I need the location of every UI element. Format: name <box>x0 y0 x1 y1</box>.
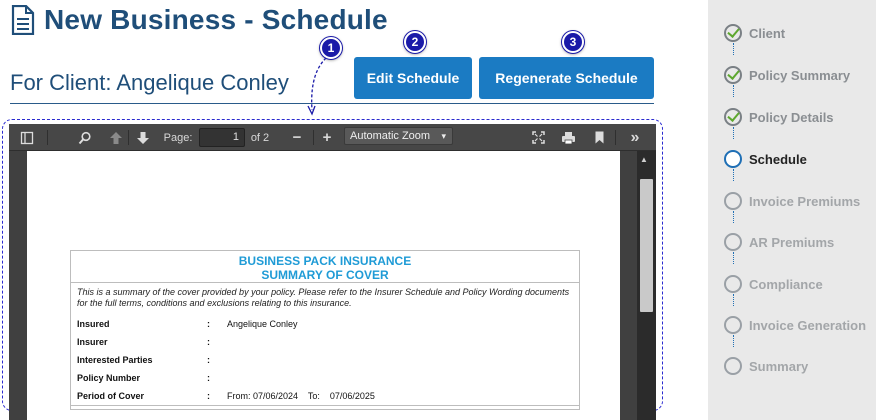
check-circle-icon <box>724 24 742 42</box>
empty-circle-icon <box>724 357 742 375</box>
cover-description: This is a summary of the cover provided … <box>77 287 570 308</box>
step-label: Policy Details <box>749 109 834 125</box>
presentation-mode-icon[interactable] <box>529 124 547 151</box>
cover-divider <box>71 405 579 406</box>
cover-row-label: Insured <box>77 319 110 329</box>
toolbar-separator <box>313 130 314 145</box>
step-connector <box>733 335 734 347</box>
step-label: Schedule <box>749 151 807 167</box>
cover-divider <box>71 282 579 283</box>
previous-page-icon[interactable] <box>106 124 126 151</box>
zoom-select-value: Automatic Zoom <box>350 130 431 142</box>
current-step-circle-icon <box>724 150 742 168</box>
step-label: AR Premiums <box>749 234 835 250</box>
page-total: of 2 <box>250 131 270 144</box>
annotation-badge-2: 2 <box>404 31 426 53</box>
regenerate-schedule-button[interactable]: Regenerate Schedule <box>479 57 654 99</box>
page-number-input[interactable]: 1 <box>199 128 245 147</box>
pdf-page: BUSINESS PACK INSURANCE SUMMARY OF COVER… <box>27 151 620 420</box>
page-title: New Business - Schedule <box>10 2 388 38</box>
edit-schedule-button[interactable]: Edit Schedule <box>354 57 472 99</box>
step-label: Invoice Premiums <box>749 193 861 209</box>
page-label: Page: <box>163 131 193 144</box>
cover-heading-line-1: BUSINESS PACK INSURANCE <box>238 254 412 268</box>
client-name: For Client: Angelique Conley <box>10 70 289 95</box>
step-connector <box>733 85 734 97</box>
step-invoice-generation[interactable]: Invoice Generation <box>724 315 866 335</box>
cover-row-colon: : <box>207 319 210 329</box>
cover-row-label: Interested Parties <box>77 355 153 365</box>
cover-row-label: Policy Number <box>77 373 141 383</box>
step-label: Policy Summary <box>749 67 851 83</box>
annotation-arrow <box>307 57 327 116</box>
cover-row-colon: : <box>207 391 210 401</box>
check-circle-icon <box>724 108 742 126</box>
scroll-up-icon[interactable]: ▲ <box>640 155 648 164</box>
empty-circle-icon <box>724 192 742 210</box>
tools-icon[interactable]: » <box>623 124 647 151</box>
step-label: Summary <box>749 358 809 374</box>
document-icon <box>11 5 35 35</box>
step-connector <box>733 43 734 55</box>
empty-circle-icon <box>724 275 742 293</box>
step-policy-details[interactable]: Policy Details <box>724 107 834 127</box>
print-icon[interactable] <box>558 124 578 151</box>
zoom-out-icon[interactable]: − <box>289 124 305 151</box>
sidebar-toggle-icon[interactable] <box>17 124 37 151</box>
scrollbar-thumb[interactable] <box>640 179 653 312</box>
page: New Business - Schedule For Client: Ange… <box>0 0 876 420</box>
workflow-steps-sidebar: Client Policy Summary Policy Details Sch… <box>708 0 876 420</box>
chevron-updown-icon: ▾ <box>441 131 446 141</box>
step-connector <box>733 294 734 306</box>
step-ar-premiums[interactable]: AR Premiums <box>724 232 834 252</box>
step-connector <box>733 211 734 223</box>
step-client[interactable]: Client <box>724 23 785 43</box>
step-compliance[interactable]: Compliance <box>724 274 823 294</box>
step-label: Invoice Generation <box>749 317 867 333</box>
pdf-toolbar: Page: 1 of 2 − + Automatic Zoom ▾ » <box>9 124 656 151</box>
zoom-in-icon[interactable]: + <box>319 124 335 151</box>
cover-heading-line-2: SUMMARY OF COVER <box>261 268 389 282</box>
step-connector <box>733 169 734 181</box>
step-label: Compliance <box>749 276 823 292</box>
toolbar-separator <box>128 130 129 145</box>
step-connector <box>733 127 734 139</box>
cover-heading: BUSINESS PACK INSURANCE SUMMARY OF COVER <box>71 254 579 282</box>
empty-circle-icon <box>724 233 742 251</box>
cover-row-colon: : <box>207 373 210 383</box>
step-connector <box>733 252 734 264</box>
step-policy-summary[interactable]: Policy Summary <box>724 65 850 85</box>
toolbar-separator <box>615 130 616 145</box>
search-icon[interactable] <box>75 124 95 151</box>
next-page-icon[interactable] <box>133 124 153 151</box>
step-invoice-premiums[interactable]: Invoice Premiums <box>724 191 860 211</box>
step-summary[interactable]: Summary <box>724 356 808 376</box>
cover-row-label: Insurer <box>77 337 108 347</box>
toolbar-separator <box>47 130 48 145</box>
pdf-viewer[interactable]: Page: 1 of 2 − + Automatic Zoom ▾ » BUSI… <box>9 124 656 420</box>
page-title-text: New Business - Schedule <box>44 4 388 35</box>
cover-row-colon: : <box>207 355 210 365</box>
zoom-select[interactable]: Automatic Zoom ▾ <box>344 127 453 145</box>
header-divider <box>10 103 654 104</box>
cover-row-value: From: 07/06/2024 To: 07/06/2025 <box>227 391 375 401</box>
cover-row-label: Period of Cover <box>77 391 145 401</box>
annotation-badge-3: 3 <box>562 31 584 53</box>
cover-row-value: Angelique Conley <box>227 319 298 329</box>
summary-of-cover-table: BUSINESS PACK INSURANCE SUMMARY OF COVER… <box>70 250 580 410</box>
cover-row-colon: : <box>207 337 210 347</box>
step-schedule[interactable]: Schedule <box>724 149 807 169</box>
bookmark-icon[interactable] <box>591 124 607 151</box>
check-circle-icon <box>724 66 742 84</box>
empty-circle-icon <box>724 316 742 334</box>
step-label: Client <box>749 25 786 41</box>
